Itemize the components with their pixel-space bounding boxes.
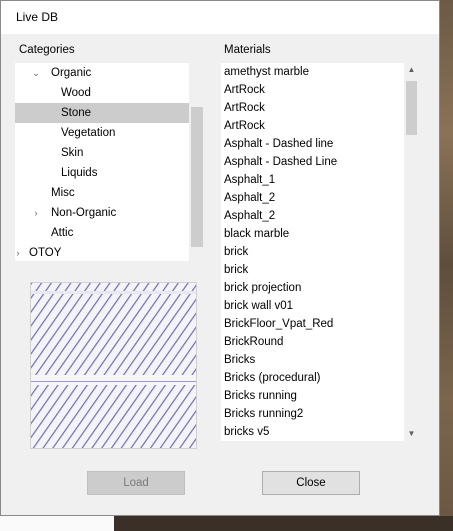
tree-item[interactable]: Stone	[15, 103, 189, 123]
materials-scrollbar[interactable]: ▲ ▼	[404, 63, 419, 441]
list-item[interactable]: brick wall v01	[224, 297, 293, 315]
tree-item[interactable]: Attic	[15, 223, 189, 243]
list-item[interactable]: Asphalt - Dashed Line	[224, 153, 337, 171]
list-item[interactable]: Asphalt - Dashed line	[224, 135, 333, 153]
tree-item-label: OTOY	[29, 247, 62, 259]
chevron-right-icon[interactable]: ›	[31, 203, 41, 223]
live-db-dialog: Live DB Categories Materials ⌄ Organic Woo…	[0, 0, 440, 516]
tree-item-label: Liquids	[61, 167, 98, 179]
list-item[interactable]: Asphalt_2	[224, 207, 275, 225]
tree-item[interactable]: › OTOY	[15, 243, 189, 261]
list-item[interactable]: brick	[224, 243, 248, 261]
material-preview	[30, 282, 197, 449]
tree-item-label: Skin	[61, 147, 84, 159]
tree-item-label: Stone	[61, 107, 92, 119]
list-item[interactable]: brick projection	[224, 279, 301, 297]
list-item[interactable]: BrickRound	[224, 333, 283, 351]
list-item[interactable]: ArtRock	[224, 117, 265, 135]
list-item[interactable]: Asphalt_1	[224, 171, 275, 189]
list-item[interactable]: black marble	[224, 225, 289, 243]
tree-item-label: Attic	[51, 227, 74, 239]
scroll-down-icon[interactable]: ▼	[404, 427, 419, 441]
scroll-up-icon[interactable]: ▲	[404, 63, 419, 77]
list-item[interactable]: Bricks (procedural)	[224, 369, 321, 387]
list-item[interactable]: Asphalt_2	[224, 189, 275, 207]
chevron-down-icon[interactable]: ⌄	[31, 63, 41, 83]
tree-item-label: Wood	[61, 87, 91, 99]
categories-label: Categories	[19, 44, 75, 56]
tree-item[interactable]: Skin	[15, 143, 189, 163]
title-bar[interactable]: Live DB	[1, 1, 439, 34]
close-button[interactable]: Close	[262, 471, 360, 495]
list-item[interactable]: brick	[224, 261, 248, 279]
list-item[interactable]: Bricks running	[224, 387, 297, 405]
preview-image	[31, 283, 196, 448]
tree-item[interactable]: Misc	[15, 183, 189, 203]
categories-tree[interactable]: ⌄ Organic Wood Stone Vegetation Skin Liquids Mi…	[15, 63, 205, 261]
categories-scroll-thumb[interactable]	[191, 107, 203, 247]
materials-scroll-thumb[interactable]	[406, 81, 417, 135]
tree-item[interactable]: Liquids	[15, 163, 189, 183]
tree-item[interactable]: ⌄ Organic	[15, 63, 189, 83]
tree-item-label: Misc	[51, 187, 75, 199]
tree-item-label: Vegetation	[61, 127, 116, 139]
categories-scrollbar[interactable]	[189, 63, 205, 261]
list-item[interactable]: amethyst marble	[224, 63, 309, 81]
tree-item[interactable]: Vegetation	[15, 123, 189, 143]
list-item[interactable]: ArtRock	[224, 81, 265, 99]
window-title: Live DB	[16, 10, 59, 24]
tree-item[interactable]: › Non-Organic	[15, 203, 189, 223]
chevron-right-icon[interactable]: ›	[15, 243, 23, 261]
list-item[interactable]: Bricks	[224, 351, 255, 369]
tree-item-label: Non-Organic	[51, 207, 117, 219]
tree-item-label: Organic	[51, 67, 92, 79]
materials-label: Materials	[224, 44, 271, 56]
materials-list[interactable]: amethyst marble ArtRock ArtRock ArtRock Asph…	[221, 63, 419, 441]
load-button[interactable]: Load	[87, 471, 185, 495]
list-item[interactable]: Bricks running2	[224, 405, 303, 423]
list-item[interactable]: BrickFloor_Vpat_Red	[224, 315, 333, 333]
tree-item[interactable]: Wood	[15, 83, 189, 103]
background-app	[440, 0, 453, 531]
list-item[interactable]: bricks v5	[224, 423, 269, 441]
list-item[interactable]: ArtRock	[224, 99, 265, 117]
background-taskbar	[0, 516, 453, 531]
